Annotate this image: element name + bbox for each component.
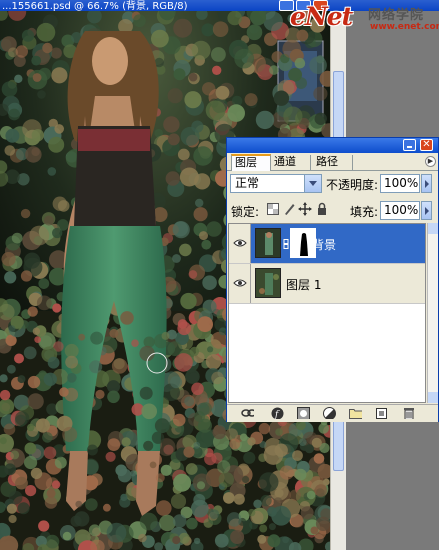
scroll-down-button[interactable] bbox=[428, 392, 438, 403]
panel-menu-icon[interactable]: ▶ bbox=[425, 156, 436, 167]
layer-style-icon[interactable]: f bbox=[271, 407, 284, 419]
fill-slider-button[interactable] bbox=[421, 201, 432, 220]
layer-thumbnail bbox=[255, 268, 281, 298]
scroll-up-button[interactable] bbox=[428, 223, 438, 234]
panel-tabs: 图层 通道 路径 ▶ bbox=[227, 153, 438, 171]
lock-position-icon[interactable] bbox=[298, 202, 312, 216]
panel-title-bar[interactable]: ✕ bbox=[227, 138, 438, 153]
tab-paths[interactable]: 路径 bbox=[313, 155, 353, 170]
trash-icon[interactable] bbox=[403, 407, 416, 419]
document-title: ...155661.psd @ 66.7% (背景, RGB/8) bbox=[2, 1, 188, 11]
link-layers-icon[interactable] bbox=[241, 407, 254, 419]
new-layer-icon[interactable] bbox=[375, 407, 388, 419]
chevron-down-icon[interactable] bbox=[304, 175, 321, 192]
layer-thumbnail bbox=[255, 228, 281, 258]
lock-all-icon[interactable] bbox=[315, 202, 329, 216]
add-mask-icon[interactable] bbox=[297, 407, 310, 419]
layer-name: 背景 bbox=[312, 238, 337, 252]
opacity-label: 不透明度: bbox=[326, 178, 379, 192]
eye-icon bbox=[233, 279, 247, 287]
fill-label: 填充: bbox=[350, 205, 379, 219]
lock-pixels-icon[interactable] bbox=[282, 202, 296, 216]
tab-channels[interactable]: 通道 bbox=[271, 155, 311, 170]
enet-logo: eNet 网络学院 www.enet.com.cn/eschool bbox=[290, 2, 439, 44]
logo-url: www.enet.com.cn/eschool bbox=[370, 22, 439, 32]
adjustment-layer-icon[interactable] bbox=[323, 407, 336, 419]
layer-list-scrollbar[interactable] bbox=[427, 223, 438, 403]
logo-brand: eNet bbox=[290, 2, 353, 31]
layer-list: 背景 图层 1 bbox=[228, 223, 426, 403]
blend-mode-value: 正常 bbox=[235, 176, 260, 190]
blend-mode-select[interactable]: 正常 bbox=[230, 174, 322, 193]
fill-input[interactable]: 100% bbox=[380, 201, 420, 220]
opacity-slider-button[interactable] bbox=[421, 174, 432, 193]
tab-layers[interactable]: 图层 bbox=[231, 154, 271, 171]
panel-minimize-button[interactable] bbox=[403, 139, 416, 151]
opacity-input[interactable]: 100% bbox=[380, 174, 420, 193]
new-group-icon[interactable] bbox=[349, 407, 362, 419]
mask-link-icon[interactable] bbox=[283, 239, 289, 249]
layer-row-layer-1[interactable]: 图层 1 bbox=[229, 264, 425, 304]
layer-name: 图层 1 bbox=[286, 278, 322, 292]
panel-footer: f bbox=[227, 404, 438, 422]
layers-panel: ✕ 图层 通道 路径 ▶ 正常 不透明度: 100% 锁定: 填充: 100% bbox=[226, 137, 439, 422]
lock-transparency-icon[interactable] bbox=[266, 202, 280, 216]
panel-close-button[interactable]: ✕ bbox=[420, 139, 433, 151]
visibility-toggle[interactable] bbox=[229, 264, 251, 303]
logo-subtitle: 网络学院 bbox=[368, 8, 425, 23]
visibility-toggle[interactable] bbox=[229, 224, 251, 263]
lock-label: 锁定: bbox=[231, 205, 260, 219]
layer-row-background[interactable]: 背景 bbox=[229, 224, 425, 264]
eye-icon bbox=[233, 239, 247, 247]
